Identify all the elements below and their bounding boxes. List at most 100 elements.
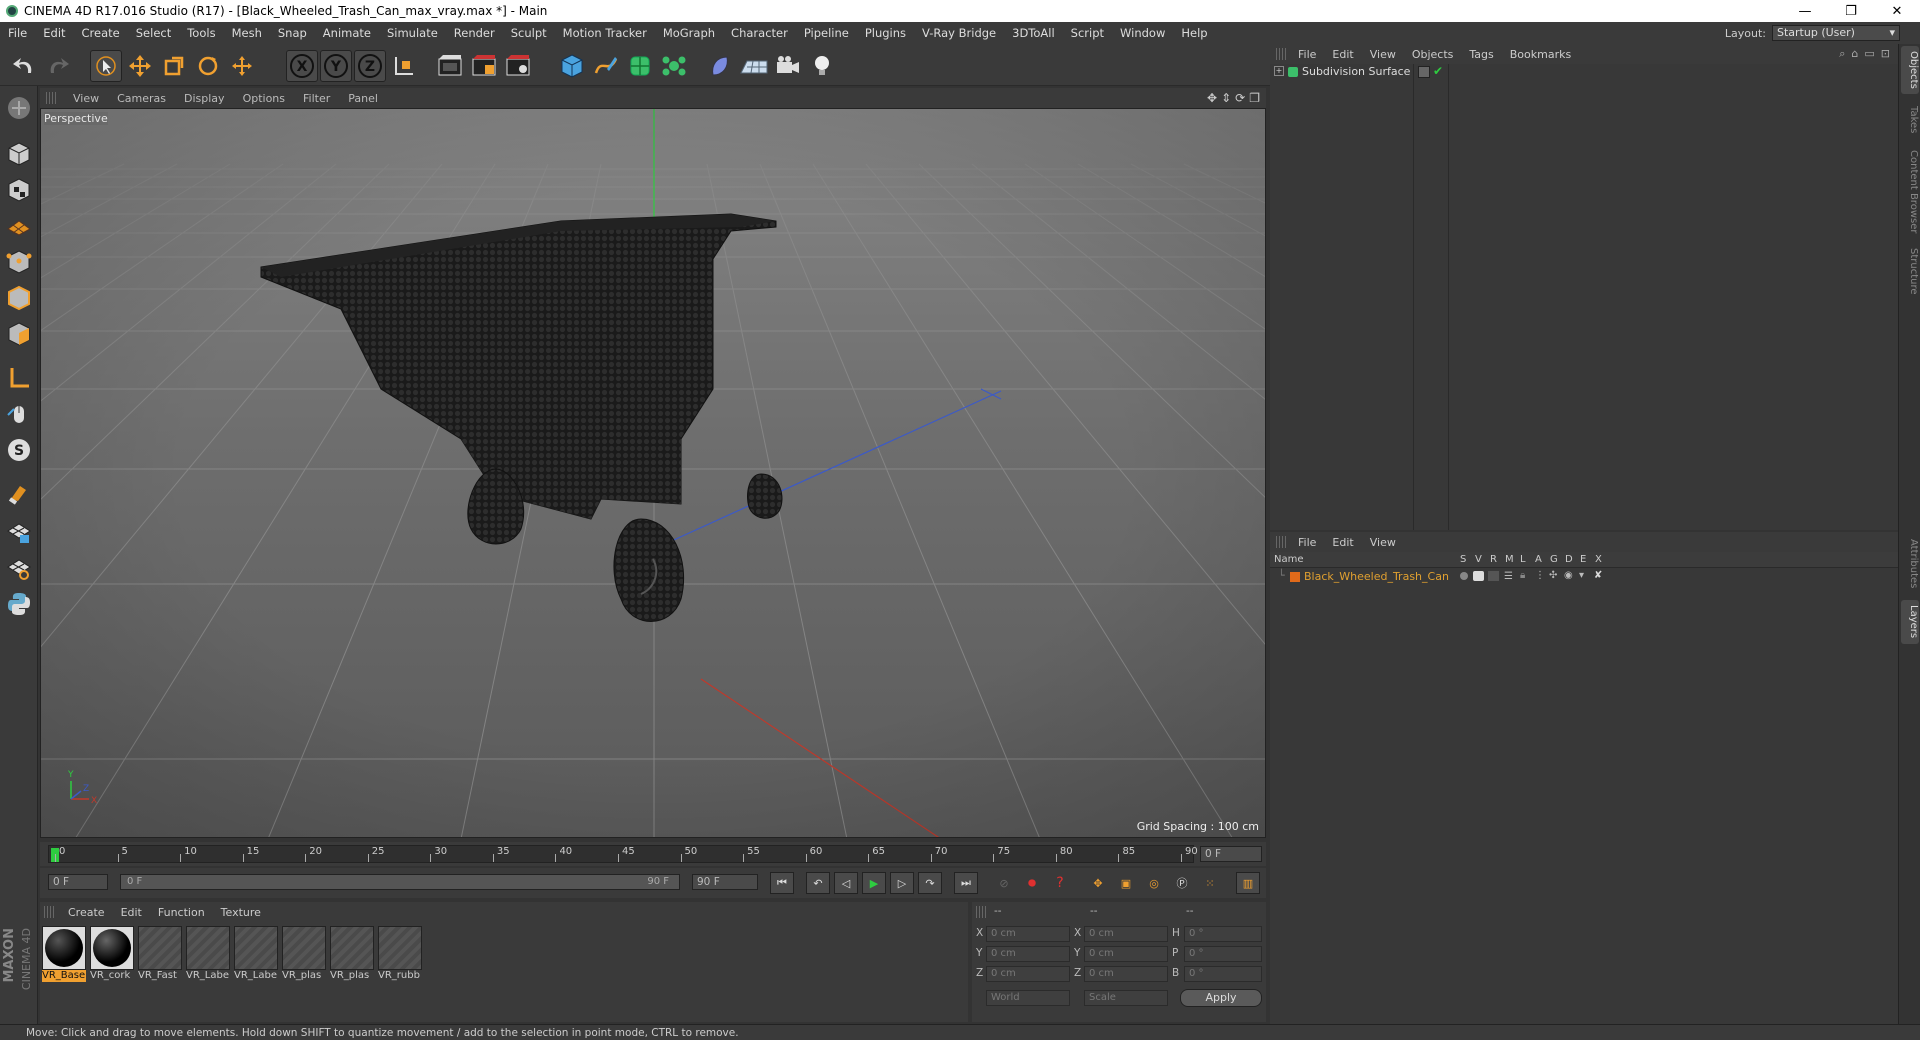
floor-icon[interactable]: [738, 50, 770, 82]
column-manager[interactable]: M: [1505, 554, 1514, 565]
menu-animate[interactable]: Animate: [315, 26, 379, 40]
menu-vray-bridge[interactable]: V-Ray Bridge: [914, 26, 1004, 40]
generators-toggle-icon[interactable]: ✣: [1549, 570, 1557, 581]
material-menu-texture[interactable]: Texture: [213, 906, 269, 919]
key-pla-icon[interactable]: ⁙: [1198, 872, 1222, 894]
snap-magnet-icon[interactable]: [3, 478, 35, 510]
end-frame-field[interactable]: 90 F: [692, 874, 758, 890]
menu-simulate[interactable]: Simulate: [379, 26, 446, 40]
layer-menu-file[interactable]: File: [1290, 536, 1324, 549]
panel-grip-icon[interactable]: [976, 906, 986, 918]
object-row[interactable]: + Subdivision Surface ✔: [1270, 64, 1898, 80]
menu-sculpt[interactable]: Sculpt: [503, 26, 555, 40]
column-solo[interactable]: S: [1460, 554, 1466, 565]
coordinate-space-select[interactable]: World: [986, 990, 1070, 1006]
object-name[interactable]: Subdivision Surface: [1302, 65, 1410, 78]
menu-script[interactable]: Script: [1063, 26, 1112, 40]
restore-button[interactable]: ❐: [1828, 4, 1874, 19]
viewport-menu-display[interactable]: Display: [175, 92, 234, 105]
current-frame-field[interactable]: 0 F: [1200, 846, 1262, 862]
menu-snap[interactable]: Snap: [270, 26, 315, 40]
menu-mograph[interactable]: MoGraph: [655, 26, 723, 40]
y-axis-lock-icon[interactable]: Y: [320, 50, 352, 82]
key-scale-icon[interactable]: ▣: [1114, 872, 1138, 894]
render-view-icon[interactable]: [434, 50, 466, 82]
prev-key-icon[interactable]: ↶: [806, 872, 830, 894]
cloner-icon[interactable]: [658, 50, 690, 82]
layer-name[interactable]: Black_Wheeled_Trash_Can: [1304, 570, 1449, 583]
column-animation[interactable]: A: [1535, 554, 1542, 565]
menu-3dtoall[interactable]: 3DToAll: [1004, 26, 1063, 40]
redo-icon[interactable]: [42, 50, 74, 82]
minimize-panel-icon[interactable]: ▭: [1864, 47, 1874, 61]
tab-structure[interactable]: Structure: [1901, 244, 1919, 298]
deformers-toggle-icon[interactable]: ◉: [1564, 570, 1573, 581]
object-menu-file[interactable]: File: [1290, 48, 1324, 61]
panel-grip-icon[interactable]: [1276, 48, 1286, 60]
object-menu-tags[interactable]: Tags: [1461, 48, 1501, 61]
points-mode-icon[interactable]: [3, 246, 35, 278]
planar-workplane-icon[interactable]: [3, 552, 35, 584]
menu-help[interactable]: Help: [1173, 26, 1215, 40]
make-editable-icon[interactable]: [3, 92, 35, 124]
frame-range-slider[interactable]: 0 F 90 F: [120, 874, 680, 890]
expand-toggle-icon[interactable]: +: [1274, 66, 1284, 76]
material-swatch[interactable]: VR_Labe: [186, 926, 230, 982]
apply-button[interactable]: Apply: [1180, 989, 1262, 1007]
workplane-lock-icon[interactable]: [3, 516, 35, 548]
object-menu-objects[interactable]: Objects: [1404, 48, 1462, 61]
perspective-viewport[interactable]: Y X Z Perspective Grid Spacing : 100 cm: [40, 108, 1266, 838]
record-disabled-icon[interactable]: ⊘: [992, 872, 1016, 894]
menu-select[interactable]: Select: [128, 26, 179, 40]
size-mode-select[interactable]: Scale: [1084, 990, 1168, 1006]
layer-menu-view[interactable]: View: [1362, 536, 1404, 549]
step-forward-icon[interactable]: ▷: [890, 872, 914, 894]
record-icon[interactable]: ⏺: [1020, 872, 1044, 894]
menu-file[interactable]: File: [0, 26, 35, 40]
viewport-menu-options[interactable]: Options: [234, 92, 294, 105]
material-swatch[interactable]: VR_plas: [282, 926, 326, 982]
coordinate-system-icon[interactable]: [388, 50, 420, 82]
live-selection-icon[interactable]: [90, 50, 122, 82]
visibility-toggle-icon[interactable]: [1418, 66, 1430, 78]
render-picture-viewer-icon[interactable]: [468, 50, 500, 82]
tweak-mode-icon[interactable]: [3, 398, 35, 430]
material-swatch[interactable]: VR_Fast: [138, 926, 182, 982]
deformer-icon[interactable]: [704, 50, 736, 82]
light-icon[interactable]: [806, 50, 838, 82]
rotation-h-field[interactable]: 0 °: [1184, 926, 1262, 942]
menu-tools[interactable]: Tools: [179, 26, 223, 40]
material-menu-create[interactable]: Create: [60, 906, 113, 919]
column-name[interactable]: Name: [1274, 554, 1304, 565]
auto-key-icon[interactable]: ?: [1048, 872, 1072, 894]
move-icon[interactable]: [124, 50, 156, 82]
viewport-menu-filter[interactable]: Filter: [294, 92, 339, 105]
column-deformers[interactable]: D: [1565, 554, 1573, 565]
key-rotation-icon[interactable]: ◎: [1142, 872, 1166, 894]
tab-layers[interactable]: Layers: [1901, 600, 1919, 644]
enabled-check-icon[interactable]: ✔: [1433, 64, 1443, 78]
object-menu-edit[interactable]: Edit: [1324, 48, 1361, 61]
timeline-window-icon[interactable]: ▥: [1236, 872, 1260, 894]
viewport-menu-view[interactable]: View: [64, 92, 108, 105]
expand-panel-icon[interactable]: ⊡: [1881, 47, 1890, 61]
panel-grip-icon[interactable]: [46, 92, 58, 104]
python-icon[interactable]: [3, 588, 35, 620]
menu-render[interactable]: Render: [446, 26, 503, 40]
layer-menu-edit[interactable]: Edit: [1324, 536, 1361, 549]
column-render[interactable]: R: [1490, 554, 1497, 565]
menu-mesh[interactable]: Mesh: [224, 26, 270, 40]
key-parameter-icon[interactable]: Ⓟ: [1170, 872, 1194, 894]
column-view[interactable]: V: [1475, 554, 1482, 565]
tab-attributes[interactable]: Attributes: [1901, 532, 1919, 596]
solo-toggle-icon[interactable]: [1460, 572, 1468, 580]
undo-icon[interactable]: [8, 50, 40, 82]
menu-plugins[interactable]: Plugins: [857, 26, 914, 40]
expressions-toggle-icon[interactable]: ▾: [1579, 570, 1584, 581]
goto-start-icon[interactable]: ⏮: [770, 872, 794, 894]
solo-mode-icon[interactable]: S: [3, 434, 35, 466]
column-expressions[interactable]: E: [1580, 554, 1586, 565]
pan-view-icon[interactable]: ✥: [1207, 91, 1217, 105]
position-z-field[interactable]: 0 cm: [986, 966, 1070, 982]
cube-object-icon[interactable]: [556, 50, 588, 82]
